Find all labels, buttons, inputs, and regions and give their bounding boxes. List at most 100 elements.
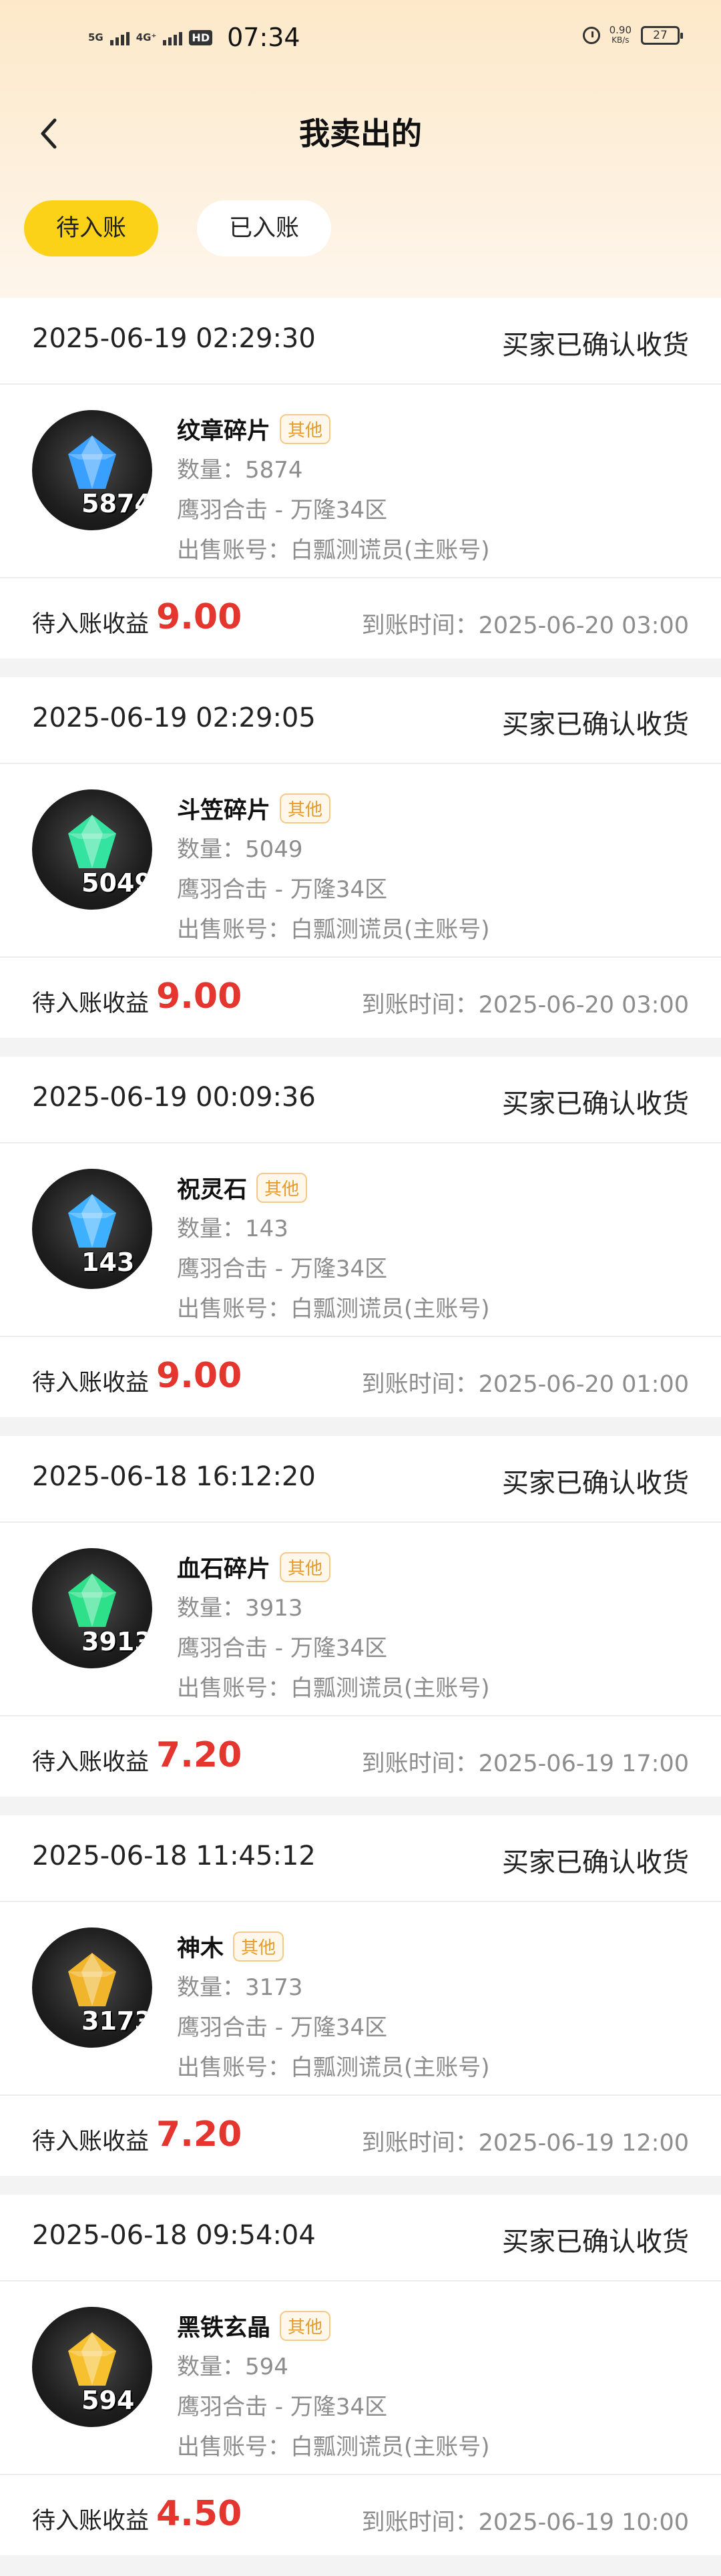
item-server: 鹰羽合击 - 万隆34区	[177, 876, 388, 903]
item-quantity: 数量：3173	[177, 1974, 303, 2001]
thumbnail-quantity: 143	[81, 1248, 135, 1277]
arrival-time: 到账时间：2025-06-20 03:00	[361, 612, 689, 639]
order-header: 2025-06-18 11:45:12 买家已确认收货	[0, 1815, 721, 1902]
seller-account: 出售账号：白瓢测谎员(主账号)	[177, 916, 490, 943]
order-datetime: 2025-06-19 02:29:05	[32, 703, 316, 733]
item-name: 祝灵石	[177, 1176, 248, 1204]
network-speed-unit: KB/s	[612, 35, 630, 45]
pending-income-label: 待入账收益	[32, 1749, 150, 1776]
item-name-row: 祝灵石 其他	[177, 1170, 490, 1205]
order-header: 2025-06-19 00:09:36 买家已确认收货	[0, 1057, 721, 1143]
gem-icon	[68, 1574, 116, 1627]
category-badge: 其他	[280, 1551, 331, 1582]
order-header: 2025-06-18 16:12:20 买家已确认收货	[0, 1436, 721, 1523]
order-card[interactable]: 2025-06-18 16:12:20 买家已确认收货 3913 血石碎片 其他…	[0, 1436, 721, 1797]
order-item: 5049 斗笠碎片 其他 数量：5049 鹰羽合击 - 万隆34区 出售账号：白…	[0, 764, 721, 958]
item-server: 鹰羽合击 - 万隆34区	[177, 497, 388, 524]
status-right: 0.90 KB/s 27	[582, 25, 683, 45]
order-footer: 待入账收益 9.00 到账时间：2025-06-20 03:00	[0, 958, 721, 1038]
item-thumbnail: 143	[32, 1169, 152, 1289]
pending-income-amount: 9.00	[156, 1356, 242, 1396]
pending-income-amount: 7.20	[156, 1735, 242, 1775]
signal-icon	[109, 29, 130, 45]
item-quantity: 数量：5874	[177, 457, 303, 484]
pending-income-amount: 9.00	[156, 597, 242, 637]
pending-income-label: 待入账收益	[32, 611, 150, 638]
category-badge: 其他	[280, 2310, 331, 2341]
item-name-row: 血石碎片 其他	[177, 1549, 490, 1584]
thumbnail-quantity: 3913	[81, 1627, 152, 1656]
order-header: 2025-06-18 09:54:04 买家已确认收货	[0, 2195, 721, 2281]
order-footer: 待入账收益 7.20 到账时间：2025-06-19 17:00	[0, 1716, 721, 1797]
network-5g-label: 5G	[88, 31, 103, 43]
gem-icon	[68, 2332, 116, 2386]
order-card[interactable]: 2025-06-19 02:29:30 买家已确认收货 5874 纹章碎片 其他…	[0, 298, 721, 659]
order-card[interactable]: 2025-06-18 09:54:04 买家已确认收货 594 黑铁玄晶 其他 …	[0, 2195, 721, 2555]
category-badge: 其他	[280, 413, 331, 444]
order-status: 买家已确认收货	[502, 1468, 689, 1499]
order-datetime: 2025-06-19 02:29:30	[32, 323, 316, 354]
arrival-time: 到账时间：2025-06-20 01:00	[361, 1371, 689, 1398]
pending-income-label: 待入账收益	[32, 990, 150, 1017]
seller-account: 出售账号：白瓢测谎员(主账号)	[177, 537, 490, 564]
network-4g-label: 4G⁺	[136, 31, 157, 43]
category-badge: 其他	[280, 793, 331, 823]
status-time: 07:34	[227, 23, 300, 52]
category-badge: 其他	[256, 1172, 308, 1203]
order-footer: 待入账收益 9.00 到账时间：2025-06-20 01:00	[0, 1337, 721, 1417]
pending-income-label: 待入账收益	[32, 2508, 150, 2535]
seller-account: 出售账号：白瓢测谎员(主账号)	[177, 2434, 490, 2460]
item-thumbnail: 5874	[32, 410, 152, 530]
item-server: 鹰羽合击 - 万隆34区	[177, 2394, 388, 2420]
battery-icon: 27	[641, 26, 683, 45]
gem-icon	[68, 1953, 116, 2006]
arrival-time: 到账时间：2025-06-19 17:00	[361, 1751, 689, 1777]
order-card[interactable]: 2025-06-19 02:29:05 买家已确认收货 5049 斗笠碎片 其他…	[0, 677, 721, 1038]
item-thumbnail: 5049	[32, 789, 152, 910]
order-header: 2025-06-19 02:29:30 买家已确认收货	[0, 298, 721, 385]
item-name: 黑铁玄晶	[177, 2314, 271, 2342]
tab-pending[interactable]: 待入账	[24, 200, 159, 256]
network-speed: 0.90 KB/s	[610, 25, 632, 45]
item-quantity: 数量：143	[177, 1216, 288, 1242]
gem-icon	[68, 815, 116, 868]
item-name-row: 斗笠碎片 其他	[177, 791, 490, 825]
pending-income-label: 待入账收益	[32, 2129, 150, 2155]
tab-credited[interactable]: 已入账	[197, 200, 332, 256]
pending-income-amount: 9.00	[156, 976, 242, 1017]
order-footer: 待入账收益 4.50 到账时间：2025-06-19 10:00	[0, 2475, 721, 2555]
thumbnail-quantity: 3173	[81, 2006, 152, 2036]
thumbnail-quantity: 5049	[81, 868, 152, 898]
signal-icon	[163, 29, 183, 45]
thumbnail-quantity: 5874	[81, 489, 152, 518]
order-datetime: 2025-06-18 11:45:12	[32, 1841, 316, 1871]
item-name: 纹章碎片	[177, 417, 271, 445]
status-left: 5G 4G⁺ HD 07:34	[88, 23, 300, 52]
status-tabs: 待入账 已入账	[24, 200, 332, 256]
seller-account: 出售账号：白瓢测谎员(主账号)	[177, 2054, 490, 2081]
arrival-time: 到账时间：2025-06-19 10:00	[361, 2509, 689, 2536]
order-card[interactable]: 2025-06-19 00:09:36 买家已确认收货 143 祝灵石 其他 数…	[0, 1057, 721, 1417]
item-name-row: 黑铁玄晶 其他	[177, 2308, 490, 2343]
item-thumbnail: 3173	[32, 1927, 152, 2048]
order-card[interactable]: 2025-06-18 11:45:12 买家已确认收货 3173 神木 其他 数…	[0, 1815, 721, 2176]
order-status: 买家已确认收货	[502, 709, 689, 740]
arrival-time: 到账时间：2025-06-20 03:00	[361, 992, 689, 1019]
pending-income-label: 待入账收益	[32, 1370, 150, 1397]
order-header: 2025-06-19 02:29:05 买家已确认收货	[0, 677, 721, 764]
hd-voice-icon: HD	[189, 29, 213, 45]
item-quantity: 数量：3913	[177, 1595, 303, 1622]
order-list: 2025-06-19 02:29:30 买家已确认收货 5874 纹章碎片 其他…	[0, 298, 721, 2574]
item-name-row: 纹章碎片 其他	[177, 411, 490, 446]
order-item: 5874 纹章碎片 其他 数量：5874 鹰羽合击 - 万隆34区 出售账号：白…	[0, 385, 721, 578]
order-item: 3913 血石碎片 其他 数量：3913 鹰羽合击 - 万隆34区 出售账号：白…	[0, 1523, 721, 1716]
order-datetime: 2025-06-18 09:54:04	[32, 2220, 316, 2251]
item-name-row: 神木 其他	[177, 1929, 490, 1964]
item-name: 神木	[177, 1935, 224, 1962]
order-status: 买家已确认收货	[502, 2227, 689, 2257]
item-info: 神木 其他 数量：3173 鹰羽合击 - 万隆34区 出售账号：白瓢测谎员(主账…	[177, 1929, 490, 2084]
network-speed-value: 0.90	[609, 24, 632, 36]
order-status: 买家已确认收货	[502, 1089, 689, 1119]
order-item: 143 祝灵石 其他 数量：143 鹰羽合击 - 万隆34区 出售账号：白瓢测谎…	[0, 1143, 721, 1337]
order-footer: 待入账收益 7.20 到账时间：2025-06-19 12:00	[0, 2096, 721, 2176]
